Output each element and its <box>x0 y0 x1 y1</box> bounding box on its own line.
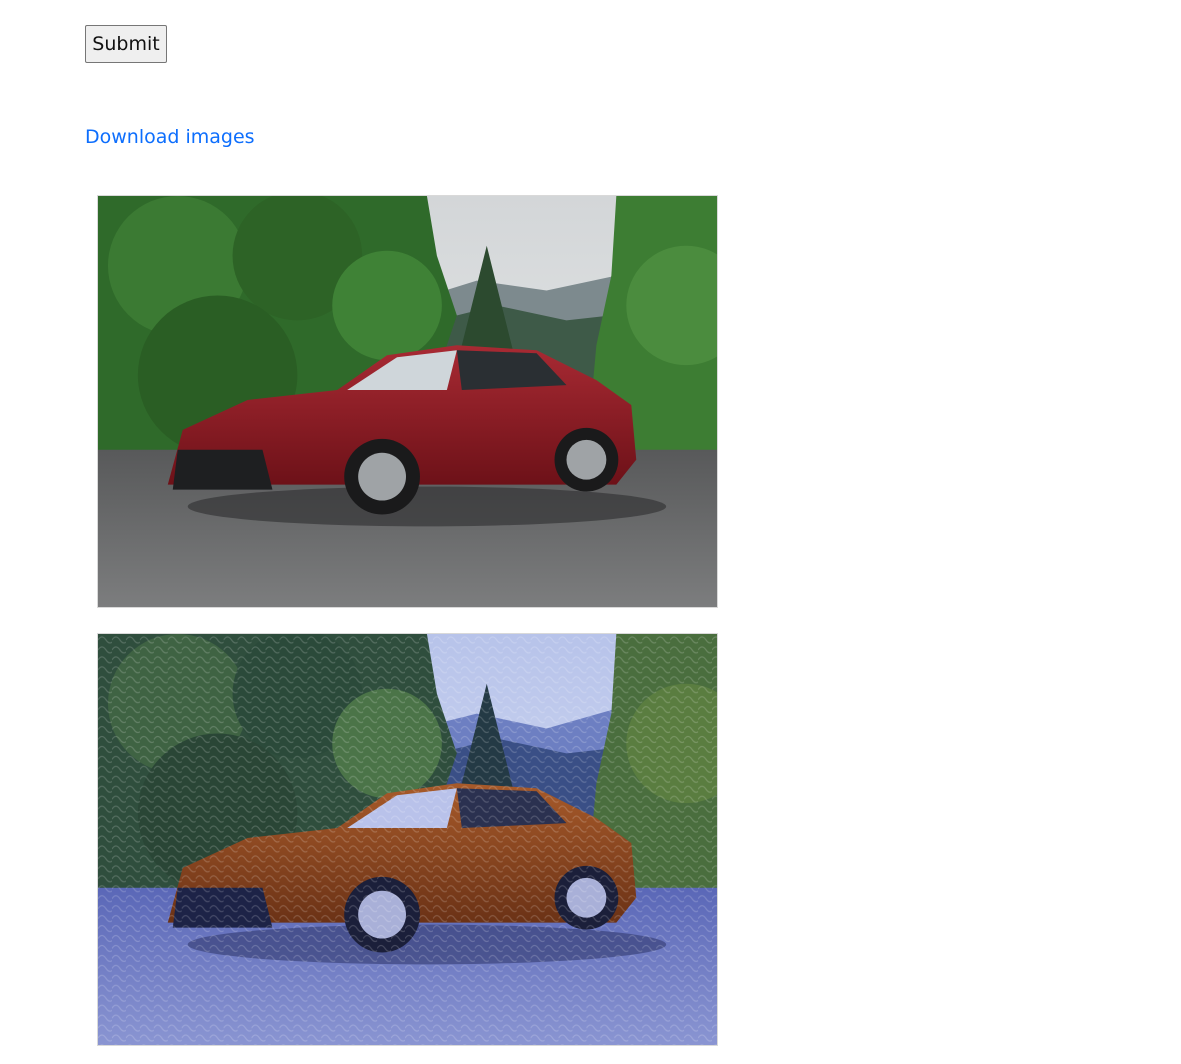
styled-car-image <box>97 633 718 1046</box>
original-car-image <box>97 195 718 608</box>
original-car-illustration <box>98 196 717 607</box>
submit-button[interactable]: Submit <box>85 25 167 63</box>
download-images-link[interactable]: Download images <box>85 126 255 148</box>
page: Submit Download images <box>0 0 1181 1064</box>
styled-car-illustration <box>98 634 717 1045</box>
